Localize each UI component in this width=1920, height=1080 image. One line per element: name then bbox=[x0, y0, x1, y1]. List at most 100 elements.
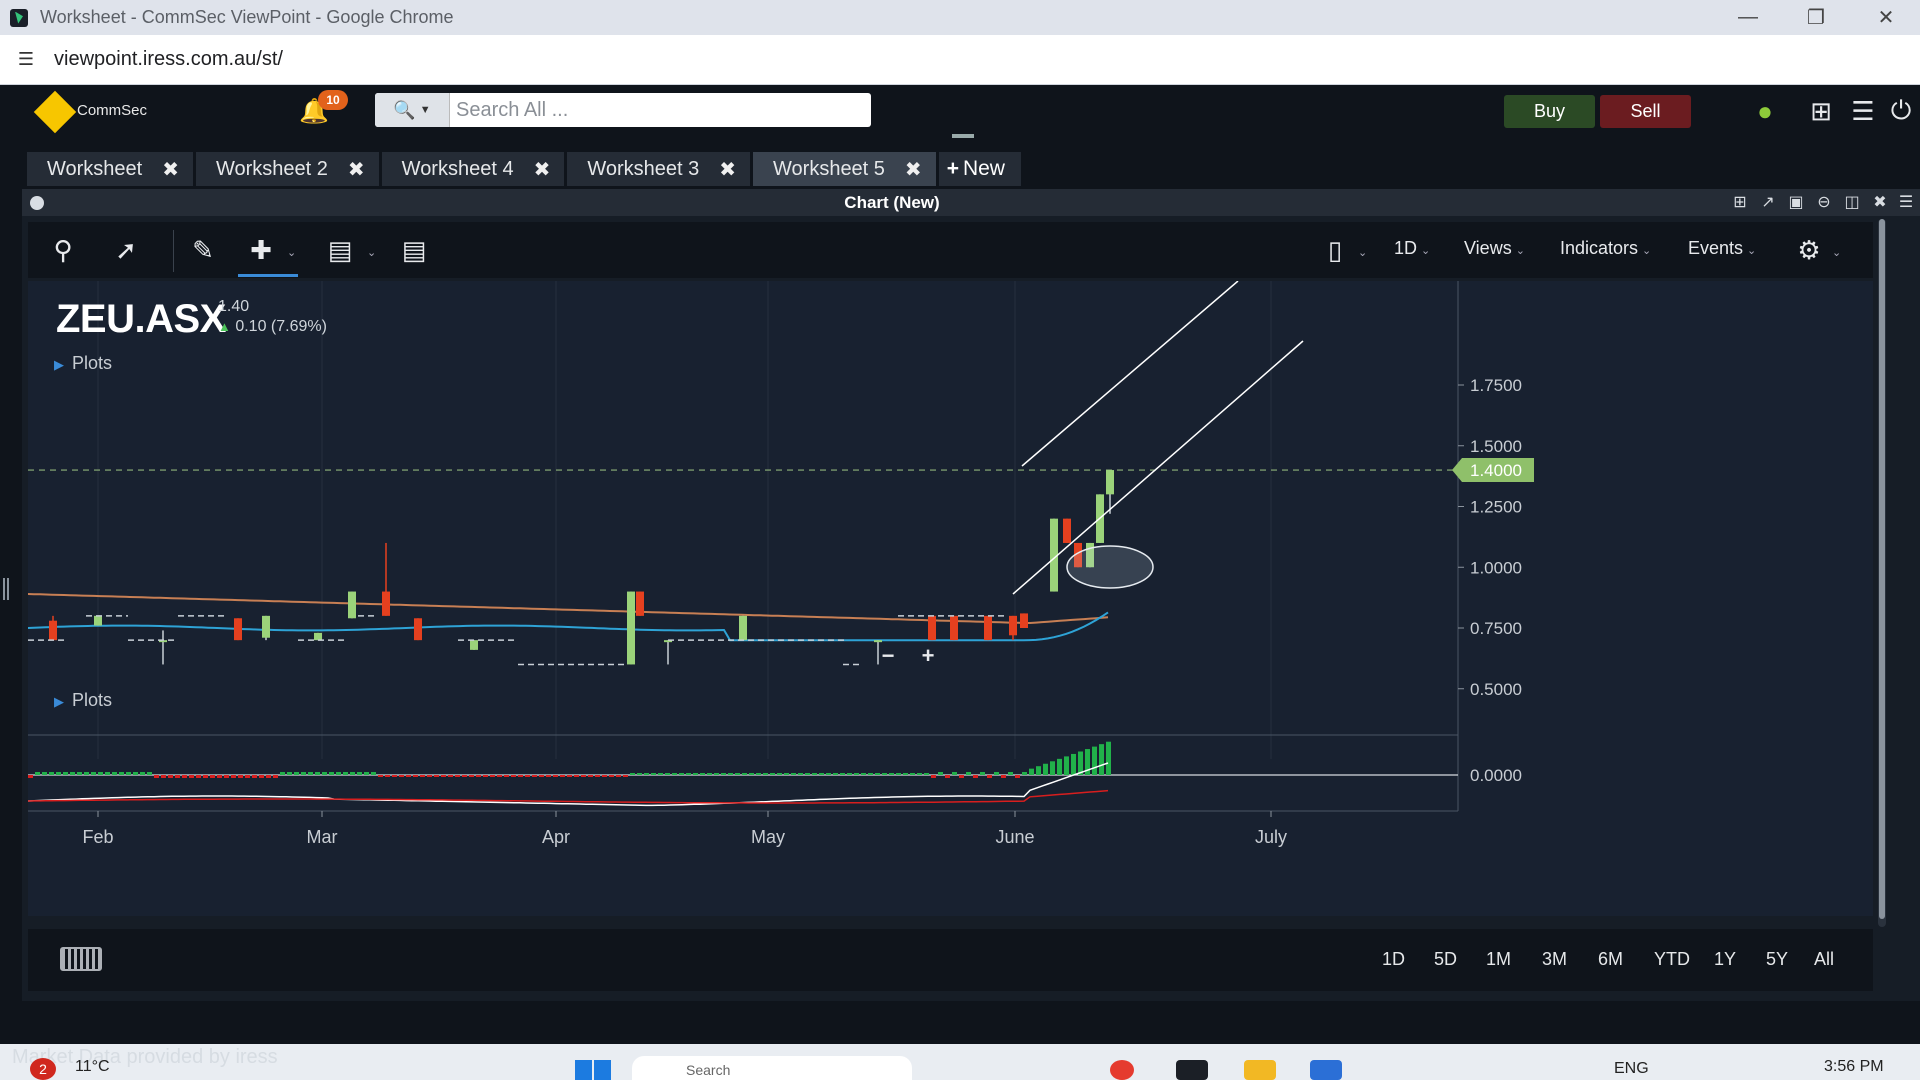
add-panel-icon[interactable]: ⊞ bbox=[1730, 192, 1750, 212]
minimize-button[interactable]: — bbox=[1714, 0, 1782, 35]
chevron-down-icon[interactable]: ⌄ bbox=[1358, 246, 1367, 259]
range-5d[interactable]: 5D bbox=[1434, 949, 1457, 970]
histogram-bar bbox=[182, 775, 187, 778]
url-text[interactable]: viewpoint.iress.com.au/st/ bbox=[54, 48, 283, 71]
chrome-icon[interactable] bbox=[1110, 1060, 1134, 1080]
site-settings-icon[interactable]: ☰ bbox=[14, 48, 38, 72]
panel-titlebar[interactable]: Chart (New) ⊞ ↗ ▣ ⊖ ◫ ✖ ☰ bbox=[22, 189, 1920, 216]
new-tab-button[interactable]: + New bbox=[938, 152, 1021, 186]
left-resize-grip[interactable] bbox=[3, 578, 9, 600]
commsec-logo-icon[interactable] bbox=[33, 90, 77, 134]
panel-menu-icon[interactable]: ☰ bbox=[1896, 192, 1916, 212]
weather-temperature[interactable]: 11°C bbox=[75, 1058, 110, 1076]
app-icon[interactable] bbox=[1310, 1060, 1342, 1080]
buy-button[interactable]: Buy bbox=[1504, 95, 1595, 128]
chart-area[interactable]: 1.7500 1.5000 1.2500 1.0000 0.7500 0.5000 0.00… bbox=[28, 281, 1873, 916]
search-type-button[interactable]: 🔍 ▼ bbox=[375, 93, 450, 127]
split-icon[interactable]: ◫ bbox=[1842, 192, 1862, 212]
histogram-bar bbox=[945, 775, 950, 778]
active-tool-indicator bbox=[238, 274, 298, 277]
folder-icon[interactable] bbox=[1244, 1060, 1276, 1080]
range-3m[interactable]: 3M bbox=[1542, 949, 1567, 970]
histogram-bar bbox=[889, 773, 894, 775]
close-icon[interactable]: ✖ bbox=[534, 157, 551, 182]
range-1y[interactable]: 1Y bbox=[1714, 949, 1736, 970]
x-tick-label: Feb bbox=[82, 827, 113, 847]
plots-toggle-main[interactable]: ▶ Plots bbox=[54, 353, 112, 374]
views-dropdown[interactable]: Views ⌄ bbox=[1464, 238, 1525, 259]
comment-icon[interactable]: ▤ bbox=[319, 230, 361, 270]
tab-worksheet-2[interactable]: Worksheet 2 ✖ bbox=[196, 152, 379, 186]
range-1d[interactable]: 1D bbox=[1382, 949, 1405, 970]
histogram-bar bbox=[406, 775, 411, 777]
histogram-bar bbox=[903, 773, 908, 775]
popout-icon[interactable]: ▣ bbox=[1786, 192, 1806, 212]
crosshair-icon[interactable]: ✚ bbox=[240, 230, 282, 270]
close-window-button[interactable]: ✕ bbox=[1852, 0, 1920, 35]
histogram-bar bbox=[833, 773, 838, 775]
sell-button[interactable]: Sell bbox=[1600, 95, 1691, 128]
histogram-bar bbox=[742, 773, 747, 775]
histogram-bar bbox=[777, 773, 782, 775]
minimize-panel-icon[interactable]: ⊖ bbox=[1814, 192, 1834, 212]
weather-alert-badge[interactable]: 2 bbox=[30, 1058, 56, 1080]
search-input[interactable] bbox=[450, 93, 871, 127]
zoom-in-button[interactable]: + bbox=[908, 643, 948, 669]
range-all[interactable]: All bbox=[1814, 949, 1834, 970]
gear-icon[interactable]: ⚙ bbox=[1788, 230, 1830, 270]
close-icon[interactable]: ✖ bbox=[905, 157, 922, 182]
expand-icon[interactable]: ↗ bbox=[1758, 192, 1778, 212]
add-icon[interactable]: ⊞ bbox=[1806, 94, 1836, 128]
tab-worksheet-5[interactable]: Worksheet 5 ✖ bbox=[753, 152, 936, 186]
windows-start-icon[interactable] bbox=[575, 1060, 611, 1080]
zoom-out-button[interactable]: − bbox=[868, 643, 908, 669]
pencil-icon[interactable]: ✎ bbox=[182, 230, 224, 270]
histogram-bar bbox=[224, 775, 229, 778]
histogram-bar bbox=[791, 773, 796, 775]
lightbulb-icon[interactable]: ● bbox=[1750, 94, 1780, 128]
histogram-bar bbox=[616, 775, 621, 777]
range-6m[interactable]: 6M bbox=[1598, 949, 1623, 970]
drag-handle[interactable] bbox=[952, 134, 974, 138]
restore-button[interactable]: ❐ bbox=[1782, 0, 1850, 35]
menu-icon[interactable]: ☰ bbox=[1848, 94, 1878, 128]
indicators-dropdown[interactable]: Indicators ⌄ bbox=[1560, 238, 1651, 259]
histogram-bar bbox=[875, 773, 880, 775]
symbol-label: ZEU.ASX bbox=[56, 297, 226, 341]
chevron-down-icon[interactable]: ⌄ bbox=[367, 246, 376, 259]
system-clock[interactable]: 3:56 PM bbox=[1824, 1058, 1884, 1076]
power-icon[interactable]: ⏻ bbox=[1886, 94, 1916, 128]
close-icon[interactable]: ✖ bbox=[348, 157, 365, 182]
histogram-bar bbox=[413, 775, 418, 777]
language-indicator[interactable]: ENG bbox=[1614, 1060, 1649, 1078]
close-icon[interactable]: ✖ bbox=[719, 157, 736, 182]
interval-dropdown[interactable]: 1D ⌄ bbox=[1394, 238, 1430, 259]
histogram-bar bbox=[861, 773, 866, 775]
close-panel-icon[interactable]: ✖ bbox=[1870, 192, 1890, 212]
price-chart-svg[interactable]: 1.7500 1.5000 1.2500 1.0000 0.7500 0.5000 0.00… bbox=[28, 281, 1873, 916]
histogram-bar bbox=[266, 775, 271, 778]
range-5y[interactable]: 5Y bbox=[1766, 949, 1788, 970]
search-icon[interactable]: ⚲ bbox=[42, 230, 84, 270]
vertical-scrollbar[interactable] bbox=[1878, 219, 1886, 927]
terminal-icon[interactable] bbox=[1176, 1060, 1208, 1080]
range-1m[interactable]: 1M bbox=[1486, 949, 1511, 970]
histogram-bar bbox=[532, 775, 537, 777]
list-icon[interactable]: ▤ bbox=[393, 230, 435, 270]
candle-body bbox=[382, 591, 390, 616]
address-bar[interactable]: ☰ viewpoint.iress.com.au/st/ bbox=[0, 35, 1920, 85]
plots-toggle-indicator[interactable]: ▶ Plots bbox=[54, 690, 112, 711]
close-icon[interactable]: ✖ bbox=[162, 157, 179, 182]
keyboard-icon[interactable] bbox=[60, 947, 102, 971]
range-ytd[interactable]: YTD bbox=[1654, 949, 1690, 970]
events-dropdown[interactable]: Events ⌄ bbox=[1688, 238, 1756, 259]
tab-worksheet-3[interactable]: Worksheet 3 ✖ bbox=[567, 152, 751, 186]
chevron-down-icon[interactable]: ⌄ bbox=[1832, 246, 1841, 259]
tab-worksheet-4[interactable]: Worksheet 4 ✖ bbox=[381, 152, 565, 186]
trend-line-icon[interactable]: ➚ bbox=[105, 230, 147, 270]
taskbar-search[interactable]: Search bbox=[632, 1056, 912, 1080]
candlestick-type-icon[interactable]: ▯ bbox=[1314, 230, 1356, 270]
chevron-down-icon[interactable]: ⌄ bbox=[287, 246, 296, 259]
histogram-bar bbox=[84, 772, 89, 775]
tab-worksheet[interactable]: Worksheet ✖ bbox=[27, 152, 193, 186]
